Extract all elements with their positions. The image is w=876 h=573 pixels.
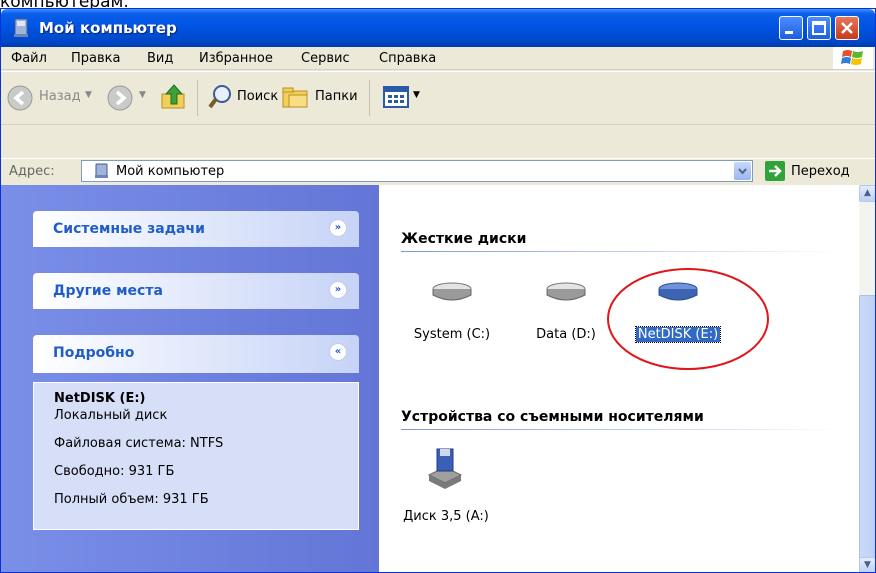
address-dropdown-button[interactable]	[734, 162, 751, 180]
drive-a[interactable]: Диск 3,5 (A:)	[401, 443, 491, 525]
forward-arrow-icon[interactable]	[107, 85, 133, 111]
scroll-up-button[interactable]: ▲	[859, 185, 875, 202]
other-places-title: Другие места	[53, 283, 163, 299]
expand-icon[interactable]: »	[329, 219, 347, 237]
expand-icon[interactable]: »	[329, 281, 347, 299]
address-label: Адрес:	[9, 164, 55, 179]
group-divider	[401, 429, 841, 430]
menu-edit[interactable]: Правка	[71, 51, 120, 66]
views-icon[interactable]	[383, 85, 409, 109]
scroll-down-button[interactable]: ▼	[859, 557, 875, 572]
toolbar: Назад ▼ ▼ Поиск Папки ▼	[1, 71, 875, 125]
folders-icon[interactable]	[281, 83, 311, 111]
details-header[interactable]: Подробно «	[33, 335, 359, 373]
content-pane: Жесткие диски System (C:) Data (D:) NetD…	[379, 185, 859, 572]
hard-drives-heading: Жесткие диски	[401, 231, 527, 247]
highlight-ellipse	[607, 268, 769, 370]
system-tasks-title: Системные задачи	[53, 221, 205, 237]
menu-tools[interactable]: Сервис	[301, 51, 350, 66]
toolbar-separator	[369, 80, 370, 116]
title-bar[interactable]: Мой компьютер	[1, 9, 875, 47]
minimize-button[interactable]	[779, 16, 803, 40]
floppy-drive-icon	[427, 448, 463, 489]
maximize-icon	[812, 21, 826, 35]
address-value: Мой компьютер	[116, 164, 225, 179]
windows-logo-icon	[833, 47, 873, 69]
address-bar: Адрес: Мой компьютер Переход	[1, 158, 875, 185]
chevron-down-icon	[738, 168, 747, 175]
go-button[interactable]	[765, 161, 785, 181]
menu-bar: Файл Правка Вид Избранное Сервис Справка	[1, 47, 875, 70]
toolbar-separator	[197, 80, 198, 116]
removable-heading: Устройства со съемными носителями	[401, 409, 704, 425]
details-drive-type: Локальный диск	[54, 408, 168, 423]
scroll-thumb[interactable]	[859, 295, 875, 572]
details-free-space: Свободно: 931 ГБ	[54, 464, 175, 479]
details-body: NetDISK (E:) Локальный диск Файловая сис…	[33, 382, 359, 530]
collapse-icon[interactable]: «	[329, 343, 347, 361]
details-title: Подробно	[53, 345, 135, 361]
my-computer-icon	[95, 163, 108, 178]
system-tasks-header[interactable]: Системные задачи »	[33, 211, 359, 247]
menu-file[interactable]: Файл	[11, 51, 47, 66]
my-computer-icon	[14, 18, 28, 37]
vertical-scrollbar[interactable]: ▲ ▼	[859, 185, 875, 572]
search-button[interactable]: Поиск	[237, 89, 278, 104]
menu-help[interactable]: Справка	[379, 51, 436, 66]
window-title: Мой компьютер	[39, 19, 177, 37]
go-arrow-icon	[769, 165, 782, 177]
details-drive-name: NetDISK (E:)	[54, 391, 146, 406]
minimize-icon	[785, 31, 793, 34]
cut-off-caption: компьютерам.	[0, 0, 129, 12]
menu-favorites[interactable]: Избранное	[199, 51, 273, 66]
drive-c[interactable]: System (C:)	[407, 267, 497, 347]
search-icon[interactable]	[207, 83, 235, 111]
close-button[interactable]	[835, 16, 859, 40]
details-filesystem: Файловая система: NTFS	[54, 436, 224, 451]
explorer-window: Мой компьютер Файл Правка Вид Избранное …	[0, 8, 876, 573]
go-label[interactable]: Переход	[791, 164, 850, 179]
views-dropdown-icon[interactable]: ▼	[413, 90, 420, 100]
folders-button[interactable]: Папки	[315, 89, 358, 104]
back-arrow-icon[interactable]	[7, 85, 33, 111]
details-total-size: Полный объем: 931 ГБ	[54, 492, 209, 507]
menu-view[interactable]: Вид	[147, 51, 173, 66]
back-dropdown-icon[interactable]: ▼	[85, 90, 92, 100]
close-icon	[841, 22, 853, 34]
back-button[interactable]: Назад	[39, 89, 81, 104]
maximize-button[interactable]	[807, 16, 831, 40]
hard-drive-icon	[432, 282, 472, 301]
drive-c-label: System (C:)	[413, 327, 491, 342]
drive-d[interactable]: Data (D:)	[521, 267, 611, 347]
folder-up-icon[interactable]	[159, 82, 189, 112]
drive-a-label: Диск 3,5 (A:)	[403, 509, 489, 524]
drive-d-label: Data (D:)	[536, 327, 596, 342]
task-pane: Системные задачи » Другие места » Подроб…	[1, 185, 379, 572]
group-divider	[401, 251, 841, 252]
hard-drive-icon	[546, 282, 586, 301]
other-places-header[interactable]: Другие места »	[33, 273, 359, 309]
forward-dropdown-icon[interactable]: ▼	[139, 90, 146, 100]
address-input[interactable]: Мой компьютер	[81, 160, 753, 182]
